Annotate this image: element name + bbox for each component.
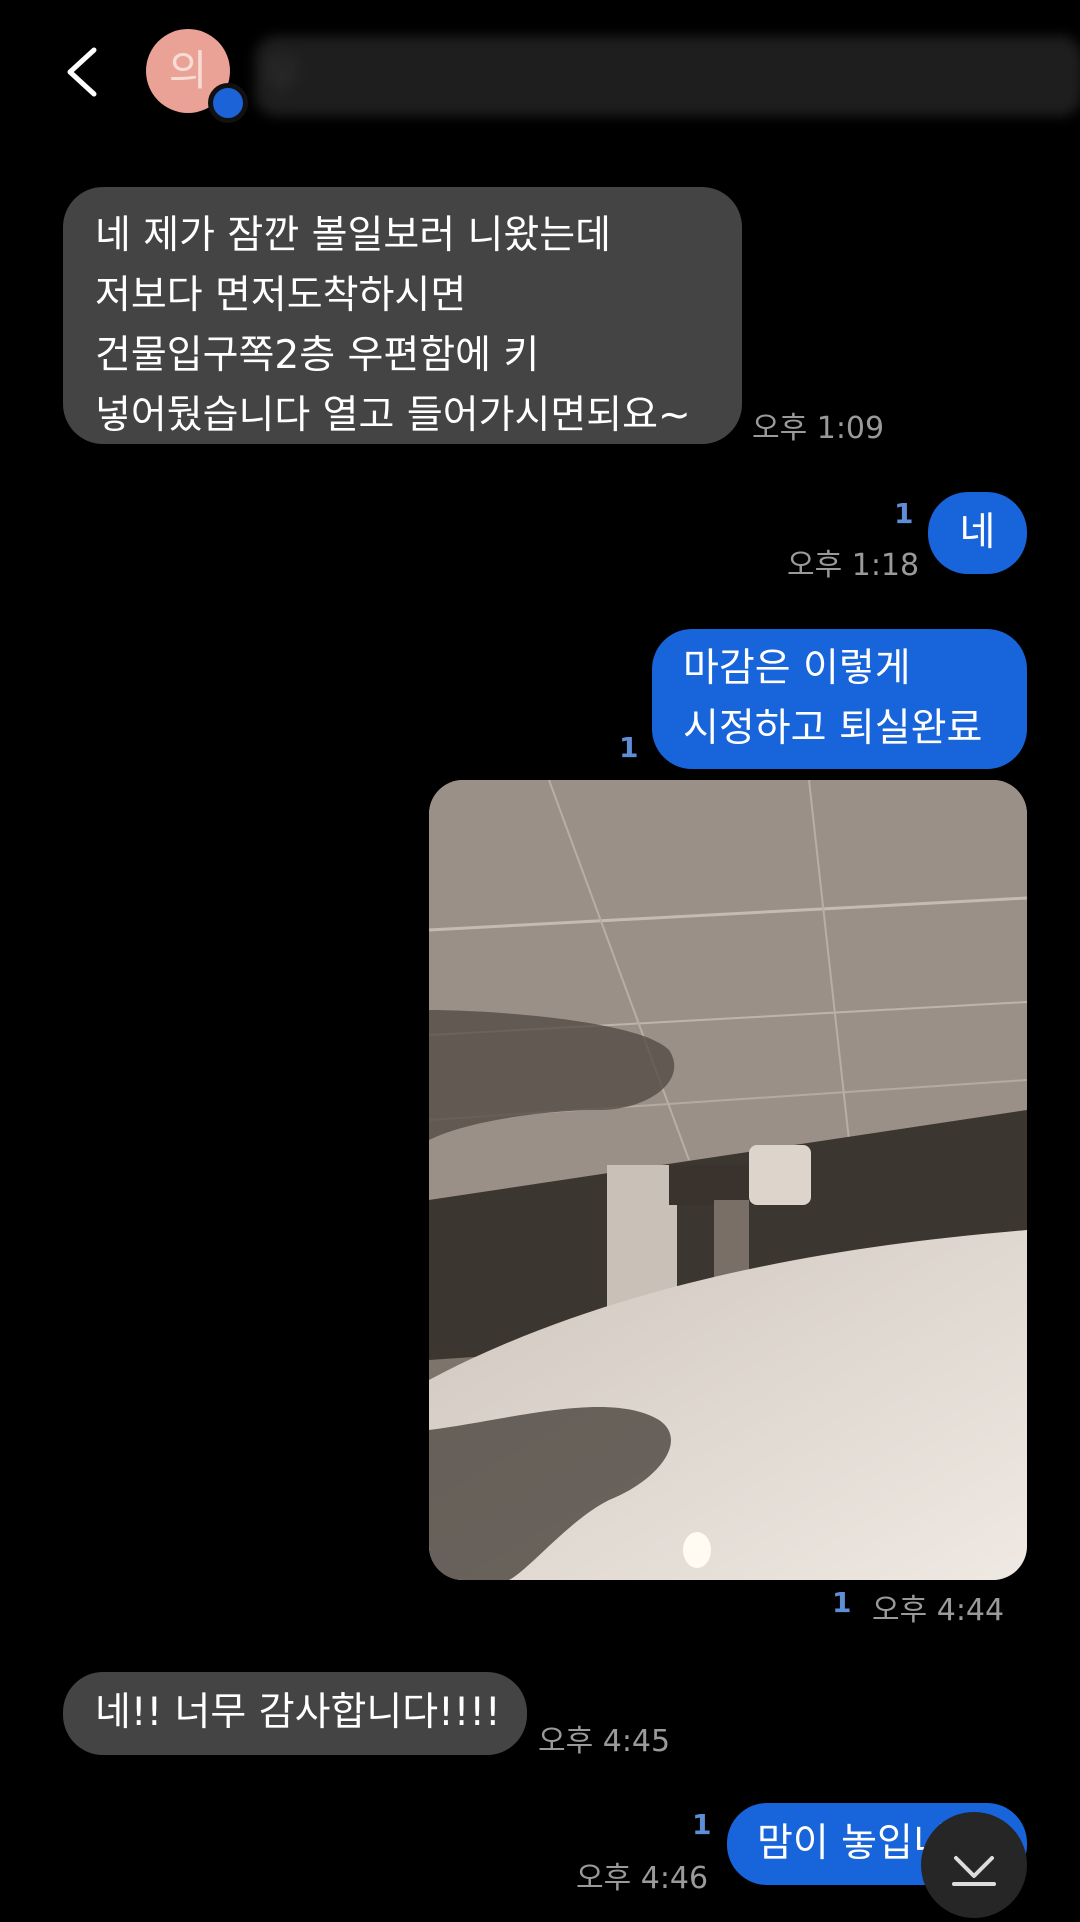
message-bubble-outgoing[interactable]: 마감은 이렇게 시정하고 퇴실완료 bbox=[652, 629, 1027, 769]
read-count: 1 bbox=[832, 1586, 852, 1619]
message-text-line: 저보다 면저도착하시면 bbox=[95, 273, 467, 318]
back-button[interactable] bbox=[58, 42, 108, 102]
message-photo[interactable] bbox=[429, 780, 1027, 1580]
message-text-line: 마감은 이렇게 bbox=[683, 646, 911, 691]
chevron-left-icon bbox=[67, 47, 97, 97]
message-bubble-incoming[interactable]: 네!! 너무 감사합니다!!!! bbox=[63, 1672, 527, 1755]
message-timestamp: 오후 1:09 bbox=[752, 411, 885, 446]
message-text-line: 시정하고 퇴실완료 bbox=[683, 706, 983, 751]
message-timestamp: 오후 4:45 bbox=[538, 1724, 671, 1759]
contact-name[interactable]: 우 bbox=[255, 36, 1080, 116]
message-text-line: 네!! 너무 감사합니다!!!! bbox=[95, 1690, 501, 1735]
chat-header: 의 우 bbox=[0, 0, 1080, 150]
message-timestamp: 오후 1:18 bbox=[787, 548, 920, 583]
message-timestamp: 오후 4:46 bbox=[576, 1861, 709, 1896]
message-text-line: 건물입구쪽2층 우편함에 키 bbox=[95, 333, 540, 378]
message-bubble-outgoing[interactable]: 네 bbox=[928, 492, 1027, 574]
read-count: 1 bbox=[692, 1808, 712, 1841]
message-text-line: 네 제가 잠깐 볼일보러 니왔는데 bbox=[95, 213, 612, 258]
photo-image bbox=[429, 780, 1027, 1580]
chevron-down-bar-icon bbox=[952, 1856, 996, 1886]
online-status-dot bbox=[208, 83, 248, 123]
read-count: 1 bbox=[619, 731, 639, 764]
message-text-line: 넣어뒀습니다 열고 들어가시면되요~ bbox=[95, 393, 691, 438]
read-count: 1 bbox=[894, 497, 914, 530]
message-text-line: 네 bbox=[959, 510, 996, 555]
message-timestamp: 오후 4:44 bbox=[872, 1593, 1005, 1628]
scroll-to-bottom-button[interactable] bbox=[921, 1812, 1027, 1918]
message-bubble-incoming[interactable]: 네 제가 잠깐 볼일보러 니왔는데 저보다 면저도착하시면 건물입구쪽2층 우편… bbox=[63, 187, 742, 444]
